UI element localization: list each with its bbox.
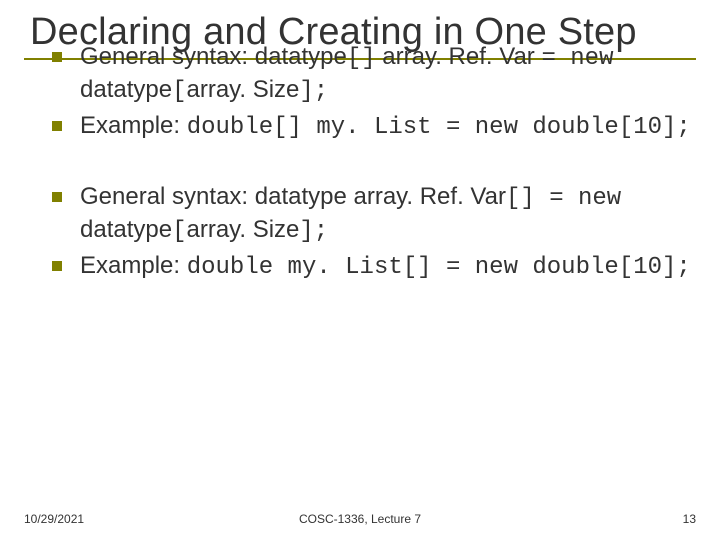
list-item: General syntax: datatype array. Ref. Var… (52, 182, 696, 247)
footer-course: COSC-1336, Lecture 7 (24, 512, 696, 526)
code-run: [] (347, 45, 376, 72)
text-run: datatype (80, 76, 172, 103)
code-run: ]; (299, 218, 328, 245)
text-run: array. Size (186, 76, 299, 103)
footer-page: 13 (683, 512, 696, 526)
code-run: double[] my. List = new double[10]; (187, 114, 691, 141)
text-run: datatype (80, 216, 172, 243)
footer-date: 10/29/2021 (24, 512, 84, 526)
text-run: array. Size (186, 216, 299, 243)
footer: 10/29/2021 COSC-1336, Lecture 7 13 (24, 512, 696, 526)
text-run: General syntax: datatype array. Ref. Var (80, 183, 506, 210)
code-run: double my. List[] = new double[10]; (187, 254, 691, 281)
text-run: array. Ref. Var (376, 43, 542, 70)
bullet-list-1: General syntax: datatype[] array. Ref. V… (52, 42, 696, 144)
code-run: = new (541, 45, 613, 72)
text-run: Example: (80, 112, 187, 139)
code-run: [] = new (506, 185, 621, 212)
list-item: Example: double my. List[] = new double[… (52, 251, 696, 284)
code-run: [ (172, 78, 186, 105)
code-run: ]; (299, 78, 328, 105)
bullet-list-2: General syntax: datatype array. Ref. Var… (52, 182, 696, 284)
content-area: General syntax: datatype[] array. Ref. V… (24, 42, 696, 284)
code-run: [ (172, 218, 186, 245)
text-run: Example: (80, 252, 187, 279)
group-spacer (52, 148, 696, 182)
slide: Declaring and Creating in One Step Gener… (0, 0, 720, 540)
list-item: Example: double[] my. List = new double[… (52, 111, 696, 144)
list-item: General syntax: datatype[] array. Ref. V… (52, 42, 696, 107)
text-run: General syntax: datatype (80, 43, 347, 70)
